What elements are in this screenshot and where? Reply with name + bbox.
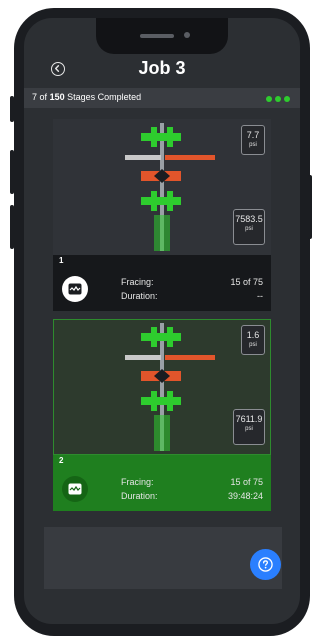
stages-summary-bar: 7 of 150 Stages Completed [24,88,300,108]
total-count: 150 [49,92,65,102]
pressure-top-badge: 1.6 psi [241,325,265,355]
wellhead-diagram: 7.7 psi 7583.5 psi [53,119,271,255]
stage-card-1[interactable]: 7.7 psi 7583.5 psi 1 Fracing: 15 of 75 D… [53,119,271,311]
stage-info: Fracing: 15 of 75 Duration: 39:48:24 [53,467,271,511]
page-title: Job 3 [138,58,186,78]
phone-side-button [10,150,14,194]
pressure-top-value: 1.6 [246,330,260,340]
pressure-top-badge: 7.7 psi [241,125,265,155]
phone-side-button [10,96,14,122]
pressure-unit: psi [249,142,257,148]
wave-chart-icon [68,483,82,495]
app-header: Job 3 [24,18,300,88]
status-value: 15 of 75 [230,477,263,487]
pressure-unit: psi [245,226,253,232]
wellhead-diagram: 1.6 psi 7611.9 psi [53,319,271,455]
stage-info: Fracing: 15 of 75 Duration: -- [53,267,271,311]
question-icon [258,557,273,572]
stage-icon [62,476,88,502]
pressure-bottom-badge: 7583.5 psi [233,209,265,245]
duration-value: 39:48:24 [227,491,263,501]
pressure-unit: psi [249,342,257,348]
stage-card-2[interactable]: 1.6 psi 7611.9 psi 2 Fracing: 15 of 75 D… [53,319,271,511]
wave-chart-icon [68,283,82,295]
pressure-bottom-badge: 7611.9 psi [233,409,265,445]
of-label: of [39,92,48,102]
phone-side-button [308,175,312,239]
bottom-panel [44,527,282,589]
status-label: Fracing: [121,477,154,487]
completed-count: 7 [32,92,38,102]
stage-icon [62,276,88,302]
duration-value: -- [257,291,263,301]
stage-number: 1 [53,255,271,267]
dot-icon [275,96,281,102]
pressure-unit: psi [245,426,253,432]
phone-side-button [10,205,14,249]
app-screen: Job 3 7 of 150 Stages Completed 7.7 psi … [24,18,300,624]
pressure-bottom-value: 7583.5 [235,214,263,224]
status-value: 15 of 75 [230,277,263,287]
pressure-bottom-value: 7611.9 [235,414,263,424]
stages-label: Stages Completed [67,92,142,102]
duration-label: Duration: [121,491,158,501]
help-button[interactable] [250,549,281,580]
status-label: Fracing: [121,277,154,287]
dot-icon [266,96,272,102]
dot-icon [284,96,290,102]
stages-summary: 7 of 150 Stages Completed [32,92,141,102]
pressure-top-value: 7.7 [246,130,260,140]
more-options-button[interactable] [266,96,290,102]
stage-number: 2 [53,455,271,467]
duration-label: Duration: [121,291,158,301]
